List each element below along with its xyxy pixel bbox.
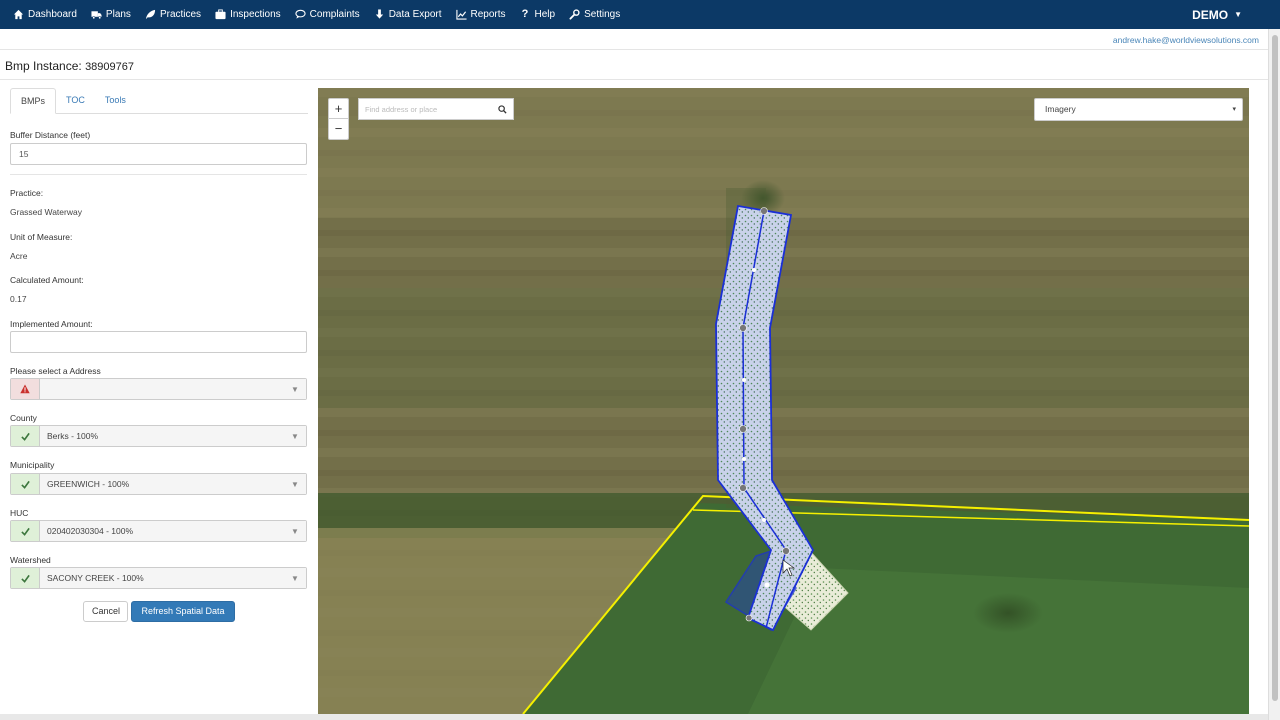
top-navbar: Dashboard Plans Practices Inspections Co… xyxy=(0,0,1280,29)
huc-label: HUC xyxy=(10,508,29,518)
caret-down-icon: ▼ xyxy=(1234,10,1242,19)
bmp-form-panel: BMPs TOC Tools Buffer Distance (feet) 15… xyxy=(10,88,308,622)
buffer-distance-label: Buffer Distance (feet) xyxy=(10,130,91,140)
panel-tabs: BMPs TOC Tools xyxy=(10,88,308,114)
comments-icon xyxy=(295,9,306,20)
map-search-box[interactable]: Find address or place xyxy=(358,98,514,120)
check-icon xyxy=(11,474,40,494)
buffer-distance-input[interactable]: 15 xyxy=(10,143,307,165)
scrollbar-thumb[interactable] xyxy=(1272,35,1278,701)
nav-settings-label: Settings xyxy=(584,9,621,20)
watershed-label: Watershed xyxy=(10,555,51,565)
chevron-down-icon: ▼ xyxy=(284,474,306,494)
nav-complaints-label: Complaints xyxy=(309,9,360,20)
warning-icon xyxy=(11,379,40,399)
nav-help[interactable]: ? Help xyxy=(513,0,563,29)
implemented-amount-input[interactable] xyxy=(10,331,307,353)
nav-dashboard-label: Dashboard xyxy=(28,9,77,20)
search-icon[interactable] xyxy=(491,99,513,119)
refresh-spatial-data-button[interactable]: Refresh Spatial Data xyxy=(131,601,235,622)
county-label: County xyxy=(10,413,37,423)
briefcase-icon xyxy=(215,9,226,20)
account-menu[interactable]: DEMO ▼ xyxy=(1192,0,1242,29)
nav-reports[interactable]: Reports xyxy=(449,0,513,29)
county-select-value: Berks - 100% xyxy=(40,426,284,446)
nav-plans-label: Plans xyxy=(105,9,131,20)
page-title: Bmp Instance: 38909767 xyxy=(5,59,134,73)
address-select-value xyxy=(40,379,284,399)
basemap-layer-select[interactable]: Imagery ▾ xyxy=(1034,98,1243,121)
implemented-amount-label: Implemented Amount: xyxy=(10,319,93,329)
user-email-link[interactable]: andrew.hake@worldviewsolutions.com xyxy=(1113,35,1259,45)
nav-practices-label: Practices xyxy=(159,9,202,20)
check-icon xyxy=(11,426,40,446)
practice-value: Grassed Waterway xyxy=(10,207,82,217)
account-name: DEMO xyxy=(1192,7,1229,22)
satellite-imagery xyxy=(318,88,1249,714)
tab-tools[interactable]: Tools xyxy=(95,88,136,113)
tab-toc[interactable]: TOC xyxy=(56,88,95,113)
cancel-button[interactable]: Cancel xyxy=(83,601,128,622)
caret-down-icon: ▾ xyxy=(1232,106,1236,113)
nav-reports-label: Reports xyxy=(470,9,506,20)
title-divider xyxy=(0,79,1268,80)
chart-icon xyxy=(455,9,467,20)
nav-complaints[interactable]: Complaints xyxy=(288,0,367,29)
truck-icon xyxy=(91,9,102,20)
calculated-amount-value: 0.17 xyxy=(10,294,27,304)
check-icon xyxy=(11,521,40,541)
map-search-input[interactable]: Find address or place xyxy=(359,105,491,114)
nav-data-export[interactable]: Data Export xyxy=(367,0,449,29)
home-icon xyxy=(13,9,24,20)
check-icon xyxy=(11,568,40,588)
chevron-down-icon: ▼ xyxy=(284,379,306,399)
nav-settings[interactable]: Settings xyxy=(562,0,627,29)
practice-label: Practice: xyxy=(10,188,44,198)
zoom-in-button[interactable]: + xyxy=(328,98,349,119)
municipality-select[interactable]: GREENWICH - 100% ▼ xyxy=(10,473,307,495)
chevron-down-icon: ▼ xyxy=(284,521,306,541)
chevron-down-icon: ▼ xyxy=(284,426,306,446)
horizontal-scrollbar[interactable] xyxy=(0,714,1268,720)
municipality-label: Municipality xyxy=(10,460,55,470)
question-icon: ? xyxy=(521,8,529,20)
leaf-icon xyxy=(145,9,156,20)
calculated-amount-label: Calculated Amount: xyxy=(10,275,84,285)
watershed-select[interactable]: SACONY CREEK - 100% ▼ xyxy=(10,567,307,589)
nav-plans[interactable]: Plans xyxy=(84,0,138,29)
page-title-label: Bmp Instance: xyxy=(5,59,82,73)
unit-label: Unit of Measure: xyxy=(10,232,73,242)
instance-id: 38909767 xyxy=(85,61,135,73)
huc-select-value: 020402030304 - 100% xyxy=(40,521,284,541)
nav-inspections[interactable]: Inspections xyxy=(208,0,288,29)
nav-inspections-label: Inspections xyxy=(230,9,281,20)
address-label: Please select a Address xyxy=(10,366,101,376)
nav-data-export-label: Data Export xyxy=(388,9,442,20)
vertical-scrollbar[interactable] xyxy=(1268,29,1280,720)
municipality-select-value: GREENWICH - 100% xyxy=(40,474,284,494)
chevron-down-icon: ▼ xyxy=(284,568,306,588)
user-bar: andrew.hake@worldviewsolutions.com xyxy=(0,29,1268,50)
address-select[interactable]: ▼ xyxy=(10,378,307,400)
download-icon xyxy=(374,9,385,20)
nav-help-label: Help xyxy=(534,9,556,20)
zoom-out-button[interactable]: − xyxy=(328,119,349,140)
huc-select[interactable]: 020402030304 - 100% ▼ xyxy=(10,520,307,542)
wrench-icon xyxy=(569,9,580,20)
map-view[interactable]: + − Find address or place Imagery ▾ xyxy=(318,88,1249,714)
tab-bmps[interactable]: BMPs xyxy=(10,88,57,114)
nav-practices[interactable]: Practices xyxy=(138,0,208,29)
watershed-select-value: SACONY CREEK - 100% xyxy=(40,568,284,588)
county-select[interactable]: Berks - 100% ▼ xyxy=(10,425,307,447)
unit-value: Acre xyxy=(10,251,28,261)
divider xyxy=(10,174,307,175)
basemap-layer-value: Imagery xyxy=(1045,104,1076,114)
nav-dashboard[interactable]: Dashboard xyxy=(0,0,84,29)
